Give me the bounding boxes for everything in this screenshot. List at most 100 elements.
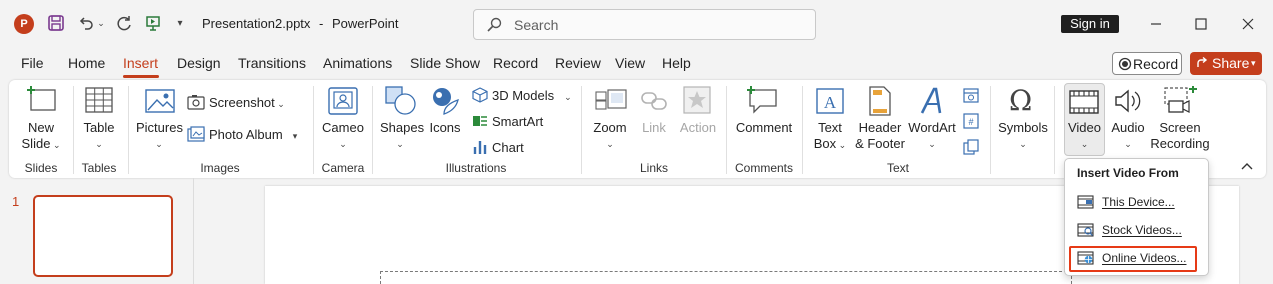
photo-album-button[interactable]: Photo Album ▾ [209, 127, 297, 142]
tab-insert[interactable]: Insert [123, 55, 158, 71]
present-from-beginning-icon[interactable] [142, 12, 164, 34]
table-button[interactable]: Table ⌄ [79, 120, 119, 152]
header-footer-label-line2: & Footer [855, 136, 905, 151]
pane-divider[interactable] [193, 178, 194, 284]
screenshot-icon[interactable] [187, 94, 205, 110]
close-icon[interactable] [1238, 14, 1258, 34]
cameo-button[interactable]: Cameo ⌄ [320, 120, 366, 152]
smartart-button[interactable]: SmartArt [492, 114, 543, 129]
icons-button[interactable]: Icons [426, 120, 464, 136]
wordart-icon[interactable] [918, 86, 946, 116]
group-label-tables: Tables [81, 161, 117, 175]
tab-animations[interactable]: Animations [323, 55, 392, 71]
search-box[interactable]: Search [473, 9, 816, 40]
new-slide-icon[interactable] [25, 86, 57, 114]
undo-dropdown-chevron-icon[interactable]: ⌄ [95, 12, 107, 34]
date-time-icon[interactable] [963, 87, 979, 103]
icons-label: Icons [429, 120, 461, 135]
menu-item-this-device[interactable]: This Device... [1102, 195, 1175, 209]
video-label: Video [1067, 120, 1101, 135]
menu-item-online-videos[interactable]: Online Videos... [1102, 251, 1187, 265]
header-footer-icon[interactable] [869, 86, 891, 116]
group-label-images: Images [200, 161, 240, 175]
header-footer-label-line1: Header [858, 120, 902, 135]
maximize-icon[interactable] [1191, 14, 1211, 34]
share-button[interactable]: Share ▾ [1190, 52, 1262, 75]
redo-icon[interactable] [113, 12, 135, 34]
undo-icon[interactable] [75, 12, 97, 34]
audio-icon[interactable] [1113, 87, 1143, 115]
3d-models-button[interactable]: 3D Models ⌄ [492, 88, 572, 103]
object-icon[interactable] [963, 139, 979, 155]
screen-recording-icon[interactable] [1163, 86, 1197, 116]
symbols-icon[interactable]: Ω [1009, 84, 1032, 117]
group-separator [372, 86, 373, 174]
slide-number: 1 [12, 194, 20, 209]
share-icon [1197, 57, 1208, 67]
search-placeholder: Search [514, 17, 559, 33]
screen-recording-button[interactable]: Screen Recording [1150, 120, 1210, 152]
text-box-label-line2-text: Box [813, 136, 837, 151]
tab-review[interactable]: Review [555, 55, 601, 71]
tab-help[interactable]: Help [662, 55, 691, 71]
tab-design[interactable]: Design [177, 55, 221, 71]
slide-thumbnail[interactable] [33, 195, 173, 277]
pictures-label: Pictures [136, 120, 183, 135]
text-box-label-line2: Box ⌄ [812, 136, 848, 153]
filename: Presentation2.pptx [202, 16, 311, 31]
comment-icon[interactable] [746, 86, 778, 114]
comment-button[interactable]: Comment [735, 120, 793, 136]
screenshot-button[interactable]: Screenshot ⌄ [209, 95, 285, 110]
collapse-ribbon-chevron-icon[interactable] [1240, 160, 1254, 172]
sign-in-button[interactable]: Sign in [1061, 15, 1119, 33]
pictures-icon[interactable] [145, 88, 175, 114]
minimize-icon[interactable] [1146, 14, 1166, 34]
pictures-button[interactable]: Pictures ⌄ [136, 120, 183, 152]
tab-home[interactable]: Home [68, 55, 105, 71]
shapes-button[interactable]: Shapes ⌄ [380, 120, 424, 152]
symbols-button[interactable]: Symbols ⌄ [998, 120, 1048, 152]
cameo-icon[interactable] [328, 87, 358, 115]
chart-button[interactable]: Chart [492, 140, 524, 155]
wordart-label: WordArt [908, 120, 956, 135]
wordart-button[interactable]: WordArt ⌄ [908, 120, 956, 152]
icons-icon[interactable] [430, 86, 460, 116]
text-box-icon[interactable]: A [815, 87, 845, 115]
video-label-group: Video ⌄ [1064, 120, 1105, 152]
record-label: Record [1133, 56, 1179, 72]
chart-icon[interactable] [472, 139, 488, 155]
group-separator [73, 86, 74, 174]
group-label-links: Links [639, 161, 668, 175]
header-footer-button[interactable]: Header & Footer [852, 120, 908, 152]
tab-file[interactable]: File [21, 55, 44, 71]
menu-item-stock-videos[interactable]: Stock Videos... [1102, 223, 1182, 237]
group-separator [581, 86, 582, 174]
customize-toolbar-chevron-icon[interactable]: ▾ [172, 12, 188, 34]
audio-button[interactable]: Audio ⌄ [1108, 120, 1148, 152]
tab-slide-show[interactable]: Slide Show [410, 55, 480, 71]
table-icon[interactable] [85, 86, 113, 114]
3d-models-icon[interactable] [472, 87, 488, 103]
audio-chevron-icon: ⌄ [1124, 139, 1132, 149]
new-slide-button[interactable]: New Slide ⌄ [20, 120, 62, 153]
app-letter: P [20, 18, 28, 30]
zoom-chevron-icon: ⌄ [606, 139, 614, 149]
title-placeholder[interactable] [380, 271, 1072, 284]
search-icon [487, 17, 502, 32]
tab-record[interactable]: Record [493, 55, 538, 71]
group-label-illustrations: Illustrations [445, 161, 507, 175]
save-icon[interactable] [45, 12, 67, 34]
record-button[interactable]: Record [1112, 52, 1182, 75]
tab-transitions[interactable]: Transitions [238, 55, 306, 71]
tab-view[interactable]: View [615, 55, 645, 71]
zoom-button[interactable]: Zoom ⌄ [590, 120, 630, 152]
zoom-icon[interactable] [595, 88, 627, 112]
shapes-icon[interactable] [385, 86, 417, 116]
text-box-button[interactable]: Text Box ⌄ [812, 120, 848, 153]
smartart-icon[interactable] [472, 113, 488, 129]
online-videos-icon [1077, 251, 1094, 265]
slide-number-icon[interactable]: # [963, 113, 979, 129]
link-icon [641, 92, 667, 110]
photo-album-icon[interactable] [187, 126, 205, 142]
video-icon[interactable] [1069, 89, 1099, 115]
